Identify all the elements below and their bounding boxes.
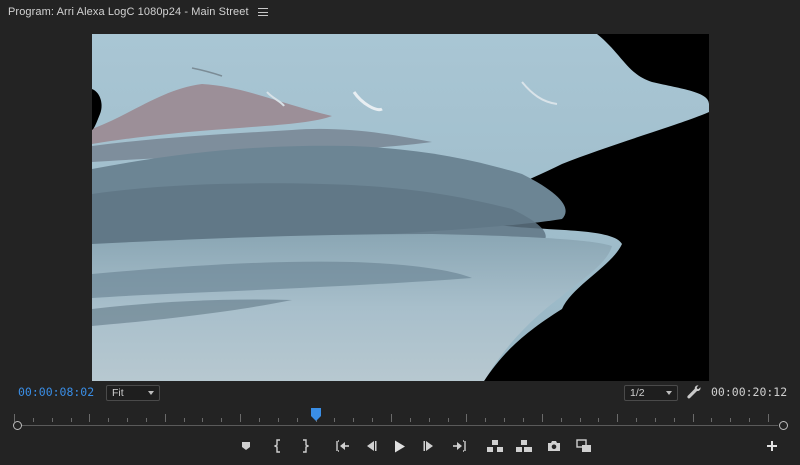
zoom-level-select[interactable]: Fit bbox=[106, 385, 160, 401]
playback-resolution-select[interactable]: 1/2 bbox=[624, 385, 678, 401]
ruler-tick bbox=[353, 418, 354, 422]
lift-button[interactable] bbox=[485, 436, 505, 456]
current-timecode[interactable]: 00:00:08:02 bbox=[18, 385, 94, 399]
ruler-tick bbox=[580, 418, 581, 422]
ruler-tick bbox=[240, 414, 241, 422]
ruler-tick bbox=[711, 418, 712, 422]
ruler-tick bbox=[372, 418, 373, 422]
comparison-view-icon bbox=[576, 439, 591, 452]
ruler-tick bbox=[334, 418, 335, 422]
mark-out-icon bbox=[303, 439, 309, 453]
add-marker-button[interactable] bbox=[236, 436, 256, 456]
play-button[interactable] bbox=[390, 436, 410, 456]
ruler-tick bbox=[523, 418, 524, 422]
ruler-tick bbox=[146, 418, 147, 422]
add-marker-icon bbox=[242, 442, 250, 450]
hamburger-menu-icon[interactable] bbox=[257, 7, 268, 17]
chevron-down-icon bbox=[148, 391, 154, 395]
ruler-tick bbox=[165, 414, 166, 422]
ruler-tick bbox=[674, 418, 675, 422]
ruler-tick bbox=[71, 418, 72, 422]
ruler-tick bbox=[485, 418, 486, 422]
zoom-scroll-handle-left[interactable] bbox=[13, 421, 22, 430]
ruler-tick bbox=[693, 414, 694, 422]
step-forward-icon bbox=[423, 441, 433, 451]
zoom-scroll-handle-right[interactable] bbox=[779, 421, 788, 430]
step-back-button[interactable] bbox=[361, 436, 381, 456]
zoom-level-value: Fit bbox=[112, 387, 124, 399]
step-back-icon bbox=[367, 441, 377, 451]
ruler-tick bbox=[278, 418, 279, 422]
ruler-tick bbox=[466, 414, 467, 422]
go-to-in-icon bbox=[336, 440, 349, 452]
extract-button[interactable] bbox=[514, 436, 534, 456]
ruler-tick bbox=[768, 414, 769, 422]
ruler-tick bbox=[636, 418, 637, 422]
ruler-tick bbox=[33, 418, 34, 422]
panel-header: Program: Arri Alexa LogC 1080p24 - Main … bbox=[0, 0, 800, 24]
ruler-tick bbox=[259, 418, 260, 422]
ruler-tick bbox=[429, 418, 430, 422]
lift-icon bbox=[487, 440, 503, 452]
ruler-tick bbox=[89, 414, 90, 422]
zoom-scroll-track[interactable] bbox=[18, 425, 778, 426]
button-editor-plus-icon bbox=[767, 441, 777, 451]
go-to-out-button[interactable] bbox=[449, 436, 469, 456]
mark-in-icon bbox=[274, 439, 280, 453]
ruler-tick bbox=[561, 418, 562, 422]
ruler-tick bbox=[52, 418, 53, 422]
program-monitor-viewer[interactable] bbox=[92, 34, 709, 381]
ruler-tick bbox=[617, 414, 618, 422]
ruler-tick bbox=[655, 418, 656, 422]
chevron-down-icon bbox=[666, 391, 672, 395]
settings-wrench-icon[interactable] bbox=[686, 384, 702, 400]
ruler-tick bbox=[730, 418, 731, 422]
ruler-tick bbox=[542, 414, 543, 422]
step-forward-button[interactable] bbox=[419, 436, 439, 456]
mark-in-button[interactable] bbox=[268, 436, 288, 456]
playback-resolution-value: 1/2 bbox=[630, 387, 645, 399]
ruler-tick bbox=[108, 418, 109, 422]
export-frame-icon bbox=[548, 441, 560, 451]
ruler-tick bbox=[504, 418, 505, 422]
ruler-tick bbox=[202, 418, 203, 422]
ruler-tick bbox=[749, 418, 750, 422]
go-to-out-icon bbox=[453, 440, 466, 452]
mark-out-button[interactable] bbox=[295, 436, 315, 456]
duration-timecode: 00:00:20:12 bbox=[711, 385, 788, 399]
go-to-in-button[interactable] bbox=[333, 436, 353, 456]
ruler-tick bbox=[297, 418, 298, 422]
ruler-tick bbox=[598, 418, 599, 422]
ruler-tick bbox=[410, 418, 411, 422]
ruler-tick bbox=[391, 414, 392, 422]
ruler-tick bbox=[127, 418, 128, 422]
ruler-tick bbox=[184, 418, 185, 422]
export-frame-button[interactable] bbox=[544, 436, 564, 456]
ruler-tick bbox=[221, 418, 222, 422]
extract-icon bbox=[516, 440, 532, 452]
play-icon bbox=[395, 440, 405, 452]
button-editor-button[interactable] bbox=[762, 436, 782, 456]
comparison-view-button[interactable] bbox=[574, 436, 594, 456]
time-ruler[interactable] bbox=[14, 408, 786, 422]
panel-title[interactable]: Program: Arri Alexa LogC 1080p24 - Main … bbox=[8, 6, 249, 18]
video-frame bbox=[92, 34, 709, 381]
ruler-tick bbox=[448, 418, 449, 422]
playhead-marker[interactable] bbox=[311, 408, 321, 421]
